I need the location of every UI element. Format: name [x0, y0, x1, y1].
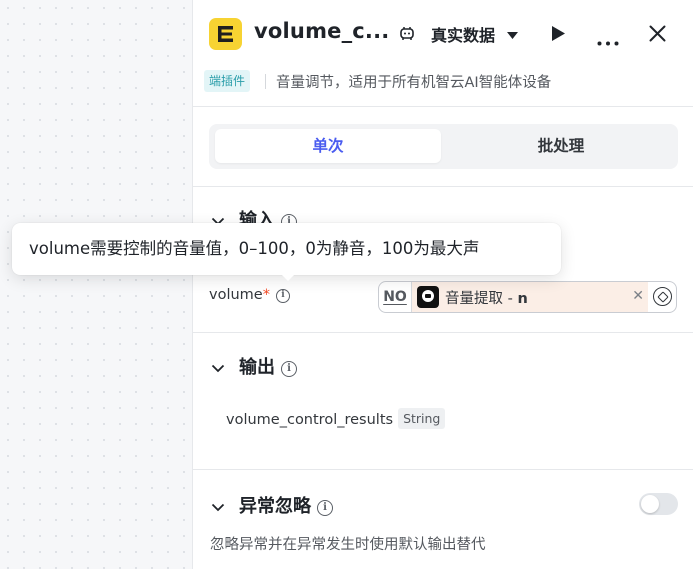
output-section-header[interactable]: 输出 i	[211, 353, 297, 379]
tooltip-arrow	[280, 273, 296, 281]
run-mode-tabs: 单次 批处理	[209, 124, 678, 169]
more-icon[interactable]	[597, 31, 619, 50]
param-info-icon[interactable]: i	[275, 289, 290, 303]
bot-node-icon	[417, 286, 439, 308]
clear-reference-icon[interactable]: ✕	[632, 288, 644, 304]
output-field-name: volume_control_results	[226, 412, 394, 428]
node-config-panel: volume_c... 真实数据 端插件 音量调节，适用于所有机智云AI智能体设…	[192, 0, 693, 569]
chevron-down-icon	[211, 496, 227, 517]
param-name: volume	[209, 287, 263, 303]
data-source-label: 真实数据	[431, 26, 496, 45]
caret-down-icon	[506, 25, 518, 44]
exception-section-title: 异常忽略	[239, 496, 311, 517]
input-divider	[193, 332, 693, 333]
exception-description: 忽略异常并在异常发生时使用默认输出替代	[210, 537, 486, 553]
param-volume-label: volume* i	[209, 287, 290, 303]
reference-node-name: 音量提取 -	[445, 291, 518, 307]
tag-divider	[265, 74, 266, 89]
reference-chip[interactable]: 音量提取 - n ✕	[412, 282, 648, 312]
info-icon[interactable]: i	[281, 361, 297, 377]
output-section-title: 输出	[239, 357, 275, 378]
tab-batch[interactable]: 批处理	[451, 129, 671, 163]
output-field: volume_control_results String	[226, 408, 446, 429]
reference-type-toggle[interactable]: NO	[379, 282, 412, 312]
node-title: volume_c...	[254, 19, 390, 43]
output-type-badge: String	[398, 408, 446, 429]
param-tooltip: volume需要控制的音量值，0–100，0为静音，100为最大声	[12, 223, 561, 281]
plugin-logo-icon	[209, 18, 242, 50]
plugin-description: 音量调节，适用于所有机智云AI智能体设备	[276, 75, 552, 91]
chevron-down-icon	[211, 357, 227, 378]
tabs-divider	[193, 186, 693, 187]
variable-select-icon[interactable]	[653, 287, 672, 306]
data-source-select[interactable]: 真实数据	[431, 22, 518, 46]
required-mark: *	[262, 287, 270, 303]
exception-section-header[interactable]: 异常忽略 i	[211, 492, 333, 518]
reference-var-name: n	[517, 291, 528, 307]
debug-icon[interactable]	[398, 24, 416, 46]
tooltip-text: volume需要控制的音量值，0–100，0为静音，100为最大声	[29, 239, 480, 258]
volume-reference-input[interactable]: NO 音量提取 - n ✕	[378, 281, 677, 313]
panel-header: volume_c... 真实数据	[193, 0, 693, 68]
exception-ignore-toggle[interactable]	[639, 493, 678, 515]
output-divider	[193, 469, 693, 470]
workflow-canvas[interactable]	[0, 0, 193, 569]
close-icon[interactable]	[649, 25, 666, 46]
run-icon[interactable]	[550, 25, 566, 46]
plugin-type-tag: 端插件	[204, 70, 251, 92]
info-icon[interactable]: i	[317, 500, 333, 516]
header-divider	[193, 106, 693, 107]
tab-single[interactable]: 单次	[215, 129, 441, 163]
reference-text: 音量提取 - n	[445, 287, 528, 308]
